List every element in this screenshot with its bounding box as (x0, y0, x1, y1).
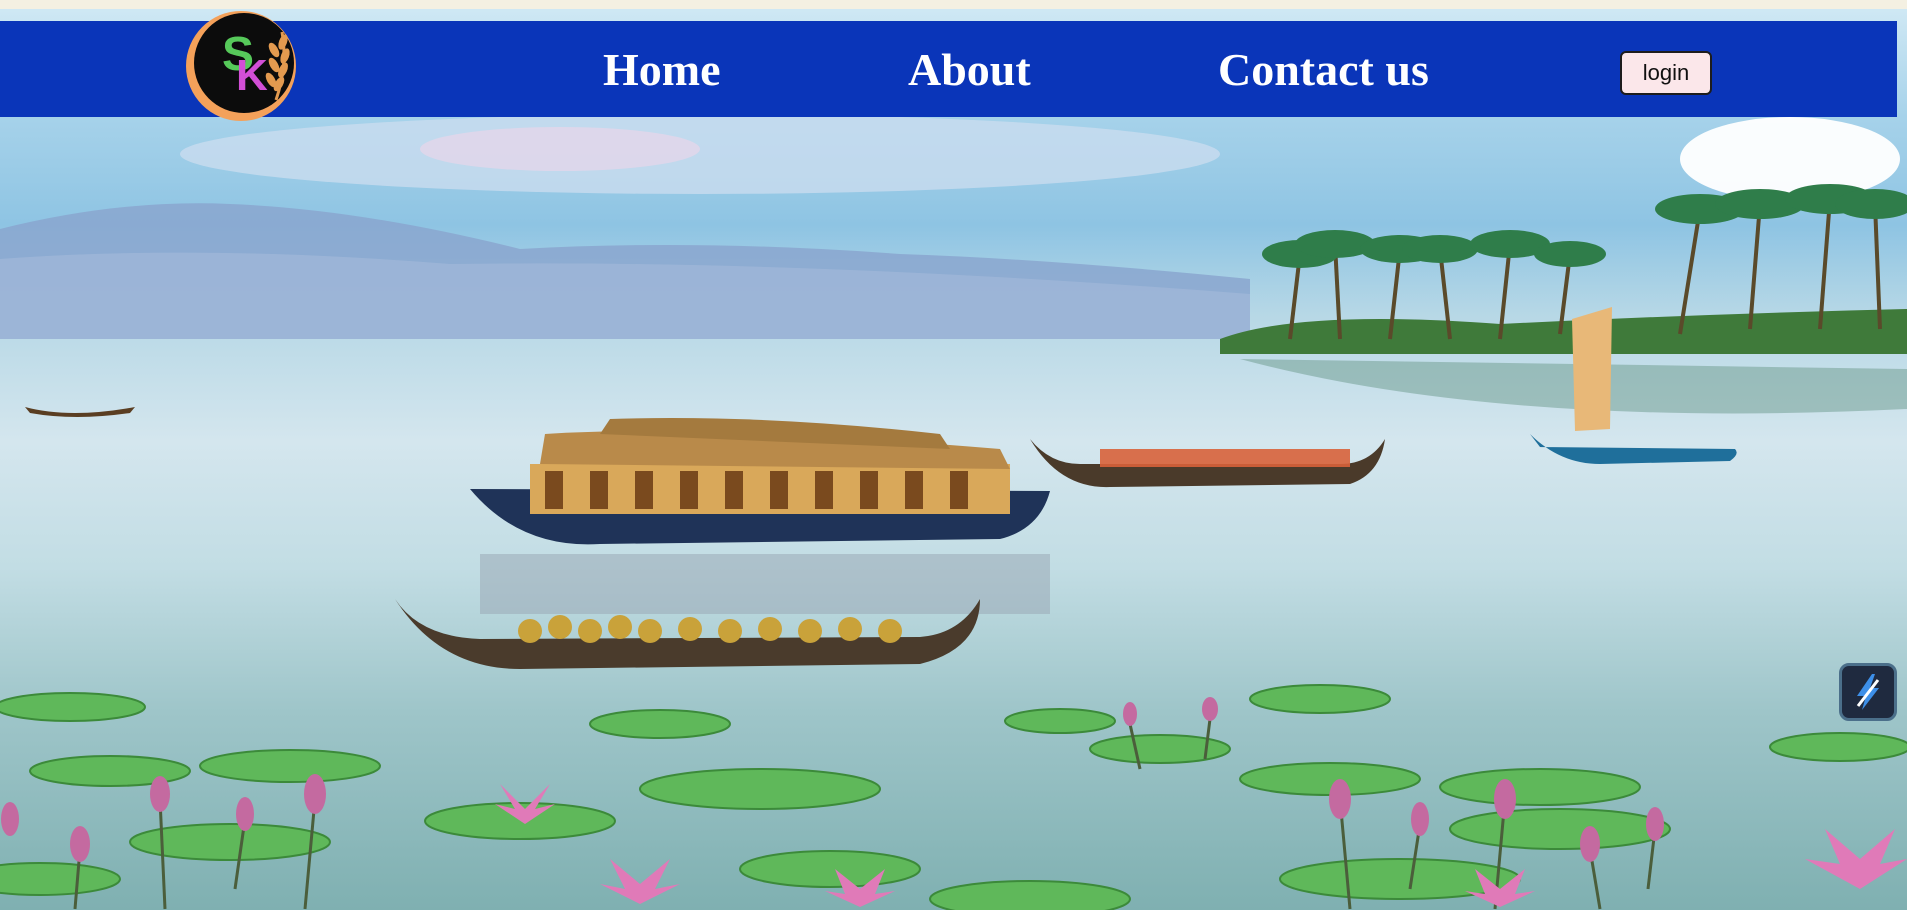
nav-link-about[interactable]: About (908, 44, 1031, 96)
sk-logo[interactable]: S K (184, 10, 298, 122)
lightning-bolt-icon (1856, 674, 1880, 710)
hero-background-illustration (0, 9, 1907, 910)
floating-action-button[interactable] (1839, 663, 1897, 721)
nav-link-contact-us[interactable]: Contact us (1218, 44, 1429, 96)
svg-text:K: K (236, 51, 268, 100)
wheat-logo-icon: S K (186, 11, 296, 121)
backwater-scene-art (0, 114, 1907, 910)
nav-link-home[interactable]: Home (603, 44, 721, 96)
login-button[interactable]: login (1620, 51, 1712, 95)
